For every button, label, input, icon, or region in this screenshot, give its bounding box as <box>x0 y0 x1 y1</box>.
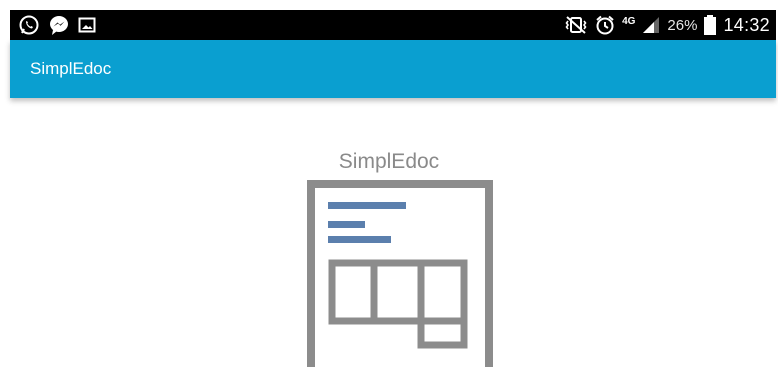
app-title: SimplEdoc <box>30 59 112 78</box>
screen-border-left <box>0 0 10 367</box>
vibrate-icon <box>564 15 588 35</box>
image-icon <box>78 16 96 34</box>
alarm-icon <box>594 14 616 36</box>
messenger-icon <box>48 14 70 36</box>
app-bar: SimplEdoc <box>10 40 776 98</box>
status-bar: 4G 26% 14:32 <box>10 10 776 40</box>
clock: 14:32 <box>723 14 770 35</box>
notification-icons <box>18 14 96 36</box>
whatsapp-icon <box>18 14 40 36</box>
battery-icon <box>703 14 717 36</box>
page-title: SimplEdoc <box>338 150 440 173</box>
network-4g-icon: 4G <box>622 16 636 27</box>
document-layout-icon <box>307 180 493 372</box>
battery-percent: 26% <box>667 16 698 34</box>
system-indicators: 4G 26% 14:32 <box>564 10 770 40</box>
signal-icon <box>641 15 661 35</box>
